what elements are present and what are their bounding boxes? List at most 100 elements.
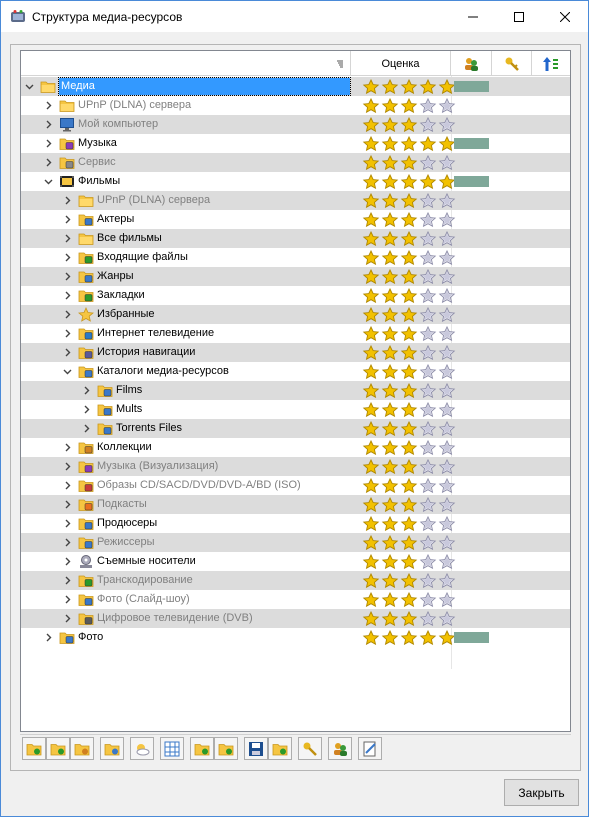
- tree-row[interactable]: Цифровое телевидение (DVB): [21, 609, 570, 628]
- tree-row-label[interactable]: UPnP (DLNA) сервера: [97, 191, 210, 210]
- chevron-right-icon[interactable]: [82, 424, 91, 433]
- rating-stars[interactable]: [362, 459, 456, 474]
- tree-row[interactable]: Продюсеры: [21, 514, 570, 533]
- rating-stars[interactable]: [362, 402, 456, 417]
- tree-row-label[interactable]: UPnP (DLNA) сервера: [78, 96, 191, 115]
- chevron-right-icon[interactable]: [63, 310, 72, 319]
- chevron-right-icon[interactable]: [44, 120, 53, 129]
- tree-row[interactable]: Фильмы: [21, 172, 570, 191]
- rating-stars[interactable]: [362, 155, 456, 170]
- chevron-right-icon[interactable]: [63, 329, 72, 338]
- chevron-right-icon[interactable]: [63, 500, 72, 509]
- edit-folder-button[interactable]: [70, 737, 94, 760]
- tree-row-label[interactable]: Актеры: [97, 210, 134, 229]
- tree-row-label[interactable]: Torrents Files: [116, 419, 182, 438]
- column-header-rating[interactable]: Оценка: [351, 51, 451, 76]
- chevron-right-icon[interactable]: [63, 291, 72, 300]
- chevron-right-icon[interactable]: [44, 633, 53, 642]
- rating-stars[interactable]: [362, 573, 456, 588]
- tree-row-label[interactable]: Образы CD/SACD/DVD/DVD-A/BD (ISO): [97, 476, 301, 495]
- tree-row-label[interactable]: Продюсеры: [97, 514, 157, 533]
- tree-row-label[interactable]: Интернет телевидение: [97, 324, 214, 343]
- maximize-button[interactable]: [496, 1, 542, 33]
- tree-row[interactable]: Фото (Слайд-шоу): [21, 590, 570, 609]
- tree-row-label[interactable]: Цифровое телевидение (DVB): [97, 609, 253, 628]
- tree-row-label[interactable]: Медиа: [58, 77, 351, 96]
- rating-stars[interactable]: [362, 421, 456, 436]
- rating-stars[interactable]: [362, 269, 456, 284]
- add-group-button[interactable]: [22, 737, 46, 760]
- folder-up-button[interactable]: [190, 737, 214, 760]
- tree-row[interactable]: UPnP (DLNA) сервера: [21, 96, 570, 115]
- tree-row[interactable]: Каталоги медиа-ресурсов: [21, 362, 570, 381]
- chevron-right-icon[interactable]: [63, 576, 72, 585]
- chevron-right-icon[interactable]: [63, 538, 72, 547]
- tree-row[interactable]: Films: [21, 381, 570, 400]
- tree-row[interactable]: История навигации: [21, 343, 570, 362]
- chevron-right-icon[interactable]: [63, 443, 72, 452]
- tree-row-label[interactable]: Фото: [78, 628, 103, 647]
- chevron-right-icon[interactable]: [63, 253, 72, 262]
- media-tree-grid[interactable]: Оценка Медиа UPnP (DLNA) сервера Мой компь…: [20, 50, 571, 732]
- tree-row[interactable]: UPnP (DLNA) сервера: [21, 191, 570, 210]
- open-folder-button[interactable]: [100, 737, 124, 760]
- tree-row[interactable]: Все фильмы: [21, 229, 570, 248]
- edit-button[interactable]: [358, 737, 382, 760]
- tree-row-label[interactable]: Избранные: [97, 305, 155, 324]
- tree-row-label[interactable]: Все фильмы: [97, 229, 162, 248]
- tree-row-label[interactable]: Входящие файлы: [97, 248, 188, 267]
- tree-row-label[interactable]: Музыка (Визуализация): [97, 457, 218, 476]
- tree-row[interactable]: Медиа: [21, 77, 570, 96]
- rating-stars[interactable]: [362, 440, 456, 455]
- chevron-down-icon[interactable]: [44, 177, 53, 186]
- tree-row[interactable]: Интернет телевидение: [21, 324, 570, 343]
- chevron-right-icon[interactable]: [63, 234, 72, 243]
- tree-row-label[interactable]: Режиссеры: [97, 533, 155, 552]
- tree-row-label[interactable]: Транскодирование: [97, 571, 193, 590]
- tree-row-label[interactable]: Фильмы: [78, 172, 120, 191]
- tree-row[interactable]: Mults: [21, 400, 570, 419]
- tree-row[interactable]: Torrents Files: [21, 419, 570, 438]
- folder-down-button[interactable]: [214, 737, 238, 760]
- tree-row[interactable]: Сервис: [21, 153, 570, 172]
- tree-row-label[interactable]: Съемные носители: [97, 552, 196, 571]
- tree-row-label[interactable]: Мой компьютер: [78, 115, 158, 134]
- rating-stars[interactable]: [362, 79, 456, 94]
- chevron-right-icon[interactable]: [63, 348, 72, 357]
- tree-row-label[interactable]: Музыка: [78, 134, 117, 153]
- chevron-right-icon[interactable]: [63, 196, 72, 205]
- rating-stars[interactable]: [362, 288, 456, 303]
- weather-button[interactable]: [130, 737, 154, 760]
- chevron-right-icon[interactable]: [44, 158, 53, 167]
- tree-row[interactable]: Жанры: [21, 267, 570, 286]
- chevron-right-icon[interactable]: [63, 614, 72, 623]
- tree-row[interactable]: Избранные: [21, 305, 570, 324]
- rating-stars[interactable]: [362, 516, 456, 531]
- tree-row-label[interactable]: Сервис: [78, 153, 116, 172]
- minimize-button[interactable]: [450, 1, 496, 33]
- rating-stars[interactable]: [362, 326, 456, 341]
- rating-stars[interactable]: [362, 231, 456, 246]
- chevron-right-icon[interactable]: [63, 272, 72, 281]
- close-button[interactable]: Закрыть: [504, 779, 579, 806]
- rating-stars[interactable]: [362, 136, 456, 151]
- column-header-sort-order[interactable]: [532, 51, 570, 76]
- key-button[interactable]: [298, 737, 322, 760]
- rating-stars[interactable]: [362, 535, 456, 550]
- rating-stars[interactable]: [362, 383, 456, 398]
- chevron-down-icon[interactable]: [63, 367, 72, 376]
- tree-row[interactable]: Закладки: [21, 286, 570, 305]
- column-header-people[interactable]: [451, 51, 492, 76]
- chevron-down-icon[interactable]: [25, 82, 34, 91]
- rating-stars[interactable]: [362, 98, 456, 113]
- tree-row[interactable]: Подкасты: [21, 495, 570, 514]
- tree-row-label[interactable]: Коллекции: [97, 438, 152, 457]
- rating-stars[interactable]: [362, 364, 456, 379]
- tree-row-label[interactable]: Mults: [116, 400, 142, 419]
- chevron-right-icon[interactable]: [63, 462, 72, 471]
- chevron-right-icon[interactable]: [63, 595, 72, 604]
- chevron-right-icon[interactable]: [82, 386, 91, 395]
- tree-row[interactable]: Входящие файлы: [21, 248, 570, 267]
- rating-stars[interactable]: [362, 174, 456, 189]
- rating-stars[interactable]: [362, 592, 456, 607]
